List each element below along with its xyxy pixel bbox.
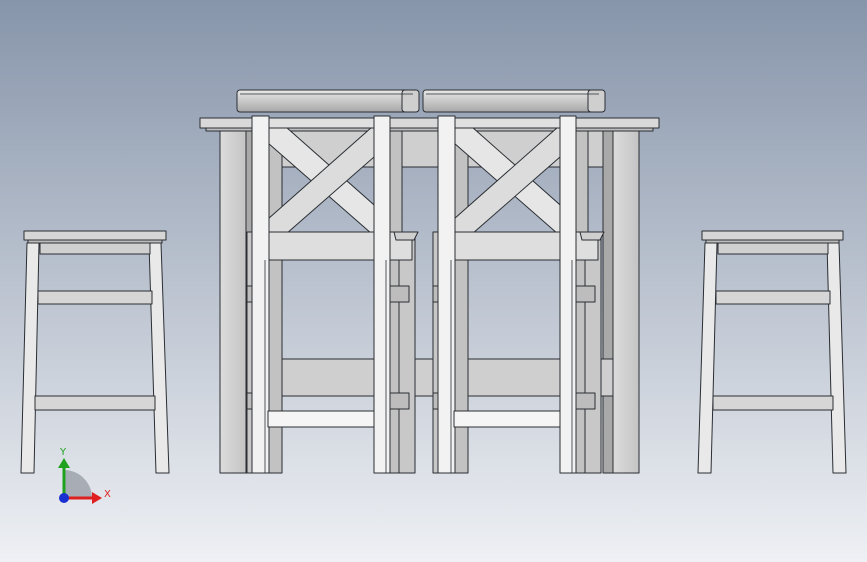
x-axis-label: X bbox=[104, 489, 111, 500]
cad-viewport[interactable]: Y X bbox=[0, 0, 867, 562]
assembly-view: Y X bbox=[0, 0, 867, 562]
y-axis-label: Y bbox=[59, 447, 67, 458]
